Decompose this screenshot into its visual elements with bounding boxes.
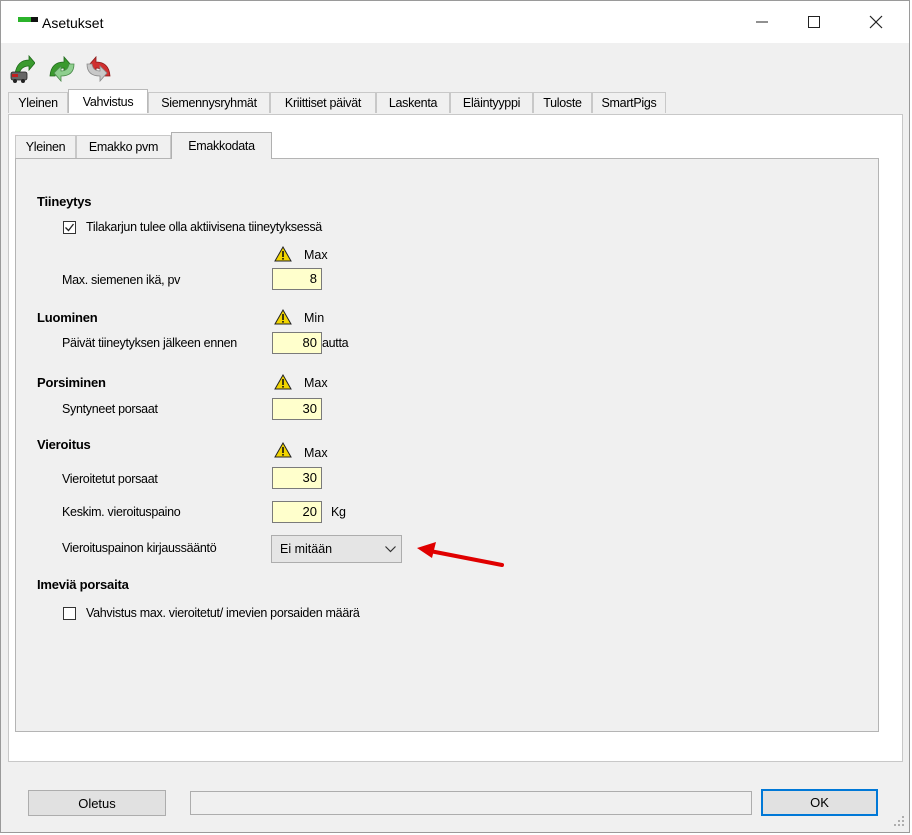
weight-rule-label: Vieroituspainon kirjaussääntö	[62, 541, 217, 555]
days-after-field[interactable]: 80	[272, 332, 322, 354]
subtab-yleinen[interactable]: Yleinen	[15, 135, 76, 158]
weaned-piglets-label: Vieroitetut porsaat	[62, 472, 158, 486]
tab-elaintyyppi[interactable]: Eläintyyppi	[450, 92, 533, 113]
weaned-piglets-field[interactable]: 30	[272, 467, 322, 489]
max-age-label: Max. siemenen ikä, pv	[62, 273, 181, 287]
tiineytys-checkbox[interactable]	[63, 221, 76, 234]
maximize-icon	[808, 16, 820, 28]
warning-icon	[274, 441, 292, 458]
tiineytys-checkbox-label: Tilakarjun tulee olla aktiivisena tiiney…	[86, 220, 322, 234]
max-label: Max	[304, 376, 328, 390]
section-heading-tiineytys: Tiineytys	[37, 194, 92, 209]
refresh-icon[interactable]	[47, 52, 75, 84]
close-icon	[869, 15, 883, 29]
minimize-icon	[756, 21, 768, 23]
tab-yleinen[interactable]: Yleinen	[8, 92, 68, 113]
max-age-field[interactable]: 8	[272, 268, 322, 290]
save-icon[interactable]	[9, 52, 36, 84]
tab-vahvistus[interactable]: Vahvistus	[68, 89, 148, 113]
minimize-button[interactable]	[739, 1, 785, 43]
warning-icon	[274, 308, 292, 325]
maximize-button[interactable]	[791, 1, 837, 43]
status-box	[190, 791, 752, 815]
days-after-label: Päivät tiineytyksen jälkeen ennen	[62, 336, 237, 350]
section-heading-luominen: Luominen	[37, 310, 98, 325]
section-heading-imevia: Imeviä porsaita	[37, 577, 129, 592]
weaning-weight-label: Keskim. vieroituspaino	[62, 505, 181, 519]
section-heading-porsiminen: Porsiminen	[37, 375, 106, 390]
tab-laskenta[interactable]: Laskenta	[376, 92, 450, 113]
tab-tuloste[interactable]: Tuloste	[533, 92, 592, 113]
warning-icon	[274, 245, 292, 262]
max-label: Max	[304, 248, 328, 262]
weight-unit: Kg	[331, 505, 346, 519]
ok-button[interactable]: OK	[761, 789, 878, 816]
close-button[interactable]	[853, 1, 899, 43]
section-heading-vieroitus: Vieroitus	[37, 437, 91, 452]
window-title: Asetukset	[42, 15, 104, 31]
weight-rule-dropdown[interactable]: Ei mitään	[271, 535, 402, 563]
tab-siemennysryhmat[interactable]: Siemennysryhmät	[148, 92, 270, 113]
max-label: Max	[304, 446, 328, 460]
app-icon	[18, 15, 40, 25]
min-label: Min	[304, 311, 325, 325]
subtab-emakkodata[interactable]: Emakkodata	[171, 132, 272, 159]
undo-icon[interactable]	[84, 52, 111, 84]
annotation-arrow-icon	[414, 540, 506, 570]
subtab-emakko-pvm[interactable]: Emakko pvm	[76, 135, 171, 158]
checkmark-icon	[65, 223, 75, 232]
weaning-weight-field[interactable]: 20	[272, 501, 322, 523]
tab-smartpigs[interactable]: SmartPigs	[592, 92, 666, 113]
days-after-suffix: autta	[322, 336, 349, 350]
tab-kriittiset-paivat[interactable]: Kriittiset päivät	[270, 92, 376, 113]
imevia-checkbox[interactable]	[63, 607, 76, 620]
born-piglets-label: Syntyneet porsaat	[62, 402, 158, 416]
born-piglets-field[interactable]: 30	[272, 398, 322, 420]
warning-icon	[274, 373, 292, 390]
chevron-down-icon	[385, 546, 396, 553]
default-button[interactable]: Oletus	[28, 790, 166, 816]
resize-grip-icon[interactable]	[893, 815, 905, 827]
subtab-panel	[15, 158, 879, 732]
weight-rule-value: Ei mitään	[280, 542, 333, 556]
imevia-checkbox-label: Vahvistus max. vieroitetut/ imevien pors…	[86, 606, 360, 620]
